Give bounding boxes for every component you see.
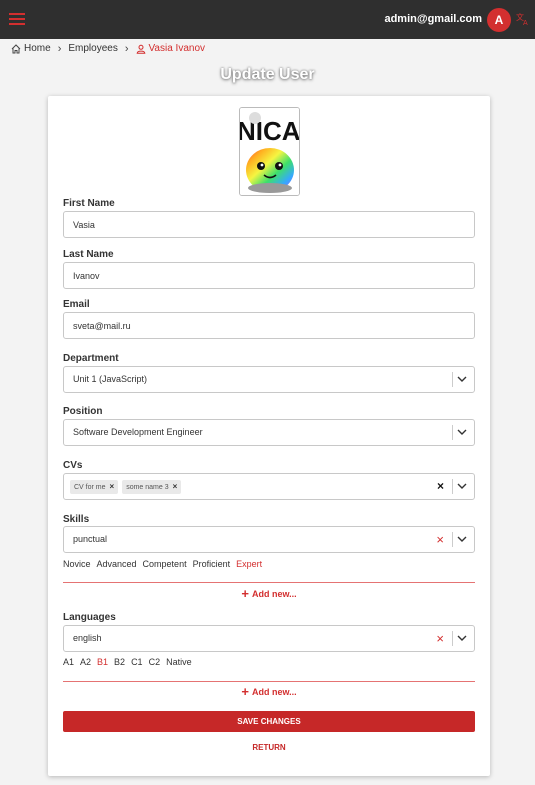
department-value: Unit 1 (JavaScript) xyxy=(73,374,148,384)
divider xyxy=(63,582,475,583)
plus-icon: + xyxy=(241,586,249,601)
svg-text:A: A xyxy=(523,20,528,26)
language-level-a1[interactable]: A1 xyxy=(63,657,74,667)
chevron-right-icon: › xyxy=(57,42,62,55)
divider xyxy=(63,681,475,682)
first-name-field[interactable] xyxy=(63,211,475,238)
breadcrumb-current: Vasia Ivanov xyxy=(136,43,206,54)
hamburger-menu-icon[interactable] xyxy=(9,13,25,26)
skill-select[interactable]: punctual × xyxy=(63,526,475,553)
breadcrumb-home[interactable]: Home xyxy=(11,43,51,54)
breadcrumb-current-label: Vasia Ivanov xyxy=(148,43,206,54)
skill-level-proficient[interactable]: Proficient xyxy=(193,559,231,569)
update-user-form: NICA First Name Last Name Email Departme… xyxy=(48,96,490,776)
page-title: Update User xyxy=(220,66,315,83)
chevron-right-icon: › xyxy=(124,42,129,55)
dropdown-separator xyxy=(452,372,453,387)
skill-level-selector: Novice Advanced Competent Proficient Exp… xyxy=(63,559,268,569)
chevron-down-icon[interactable] xyxy=(457,428,467,436)
cv-chip-label: CV for me xyxy=(74,483,106,491)
breadcrumb: Home › Employees › Vasia Ivanov xyxy=(11,42,205,55)
language-level-b1[interactable]: B1 xyxy=(97,657,108,667)
language-level-selector: A1 A2 B1 B2 C1 C2 Native xyxy=(63,657,198,667)
skill-level-competent[interactable]: Competent xyxy=(143,559,187,569)
breadcrumb-home-label: Home xyxy=(24,43,51,54)
email-field[interactable] xyxy=(63,312,475,339)
languages-label: Languages xyxy=(63,612,116,623)
skill-level-expert[interactable]: Expert xyxy=(236,559,262,569)
position-label: Position xyxy=(63,406,103,417)
cvs-multiselect[interactable]: CV for me × some name 3 × × xyxy=(63,473,475,500)
remove-chip-icon[interactable]: × xyxy=(173,482,178,491)
add-language-label: Add new... xyxy=(251,687,297,697)
dropdown-separator xyxy=(452,631,453,646)
language-level-native[interactable]: Native xyxy=(166,657,192,667)
email-label: Email xyxy=(63,299,90,310)
home-icon xyxy=(11,43,21,53)
plus-icon: + xyxy=(241,684,249,699)
last-name-label: Last Name xyxy=(63,249,114,260)
user-photo[interactable]: NICA xyxy=(239,107,300,196)
language-select[interactable]: english × xyxy=(63,625,475,652)
chevron-down-icon[interactable] xyxy=(457,375,467,383)
delete-photo-icon[interactable] xyxy=(249,112,261,124)
language-value: english xyxy=(73,633,102,643)
language-level-c2[interactable]: C2 xyxy=(149,657,161,667)
add-language-button[interactable]: + Add new... xyxy=(48,684,490,699)
dropdown-separator xyxy=(452,532,453,547)
department-label: Department xyxy=(63,353,119,364)
cv-chip: CV for me × xyxy=(70,479,119,494)
translate-icon[interactable]: 文 A xyxy=(516,12,530,26)
dropdown-separator xyxy=(452,479,453,494)
cvs-label: CVs xyxy=(63,460,83,471)
clear-icon[interactable]: × xyxy=(436,626,444,651)
app-header: admin@gmail.com A 文 A xyxy=(0,0,535,39)
return-button[interactable]: RETURN xyxy=(48,743,490,752)
add-skill-button[interactable]: + Add new... xyxy=(48,586,490,601)
position-select[interactable]: Software Development Engineer xyxy=(63,419,475,446)
skill-value: punctual xyxy=(73,534,108,544)
skill-level-novice[interactable]: Novice xyxy=(63,559,91,569)
skills-label: Skills xyxy=(63,514,90,525)
clear-icon[interactable]: × xyxy=(436,527,444,552)
user-icon xyxy=(136,44,145,54)
save-changes-button[interactable]: SAVE CHANGES xyxy=(63,711,475,732)
dropdown-separator xyxy=(452,425,453,440)
clear-icon[interactable]: × xyxy=(437,474,444,499)
cv-chip: some name 3 × xyxy=(122,479,182,494)
remove-chip-icon[interactable]: × xyxy=(110,482,115,491)
first-name-label: First Name xyxy=(63,198,115,209)
language-level-b2[interactable]: B2 xyxy=(114,657,125,667)
language-level-c1[interactable]: C1 xyxy=(131,657,143,667)
avatar[interactable]: A xyxy=(487,8,511,32)
language-level-a2[interactable]: A2 xyxy=(80,657,91,667)
user-email: admin@gmail.com xyxy=(384,13,482,25)
skill-level-advanced[interactable]: Advanced xyxy=(97,559,137,569)
department-select[interactable]: Unit 1 (JavaScript) xyxy=(63,366,475,393)
add-skill-label: Add new... xyxy=(251,589,297,599)
cv-chip-label: some name 3 xyxy=(126,483,169,491)
chevron-down-icon[interactable] xyxy=(457,482,467,490)
position-value: Software Development Engineer xyxy=(73,427,203,437)
breadcrumb-employees-label: Employees xyxy=(68,43,118,54)
breadcrumb-employees[interactable]: Employees xyxy=(68,43,117,54)
chevron-down-icon[interactable] xyxy=(457,535,467,543)
last-name-field[interactable] xyxy=(63,262,475,289)
chevron-down-icon[interactable] xyxy=(457,634,467,642)
